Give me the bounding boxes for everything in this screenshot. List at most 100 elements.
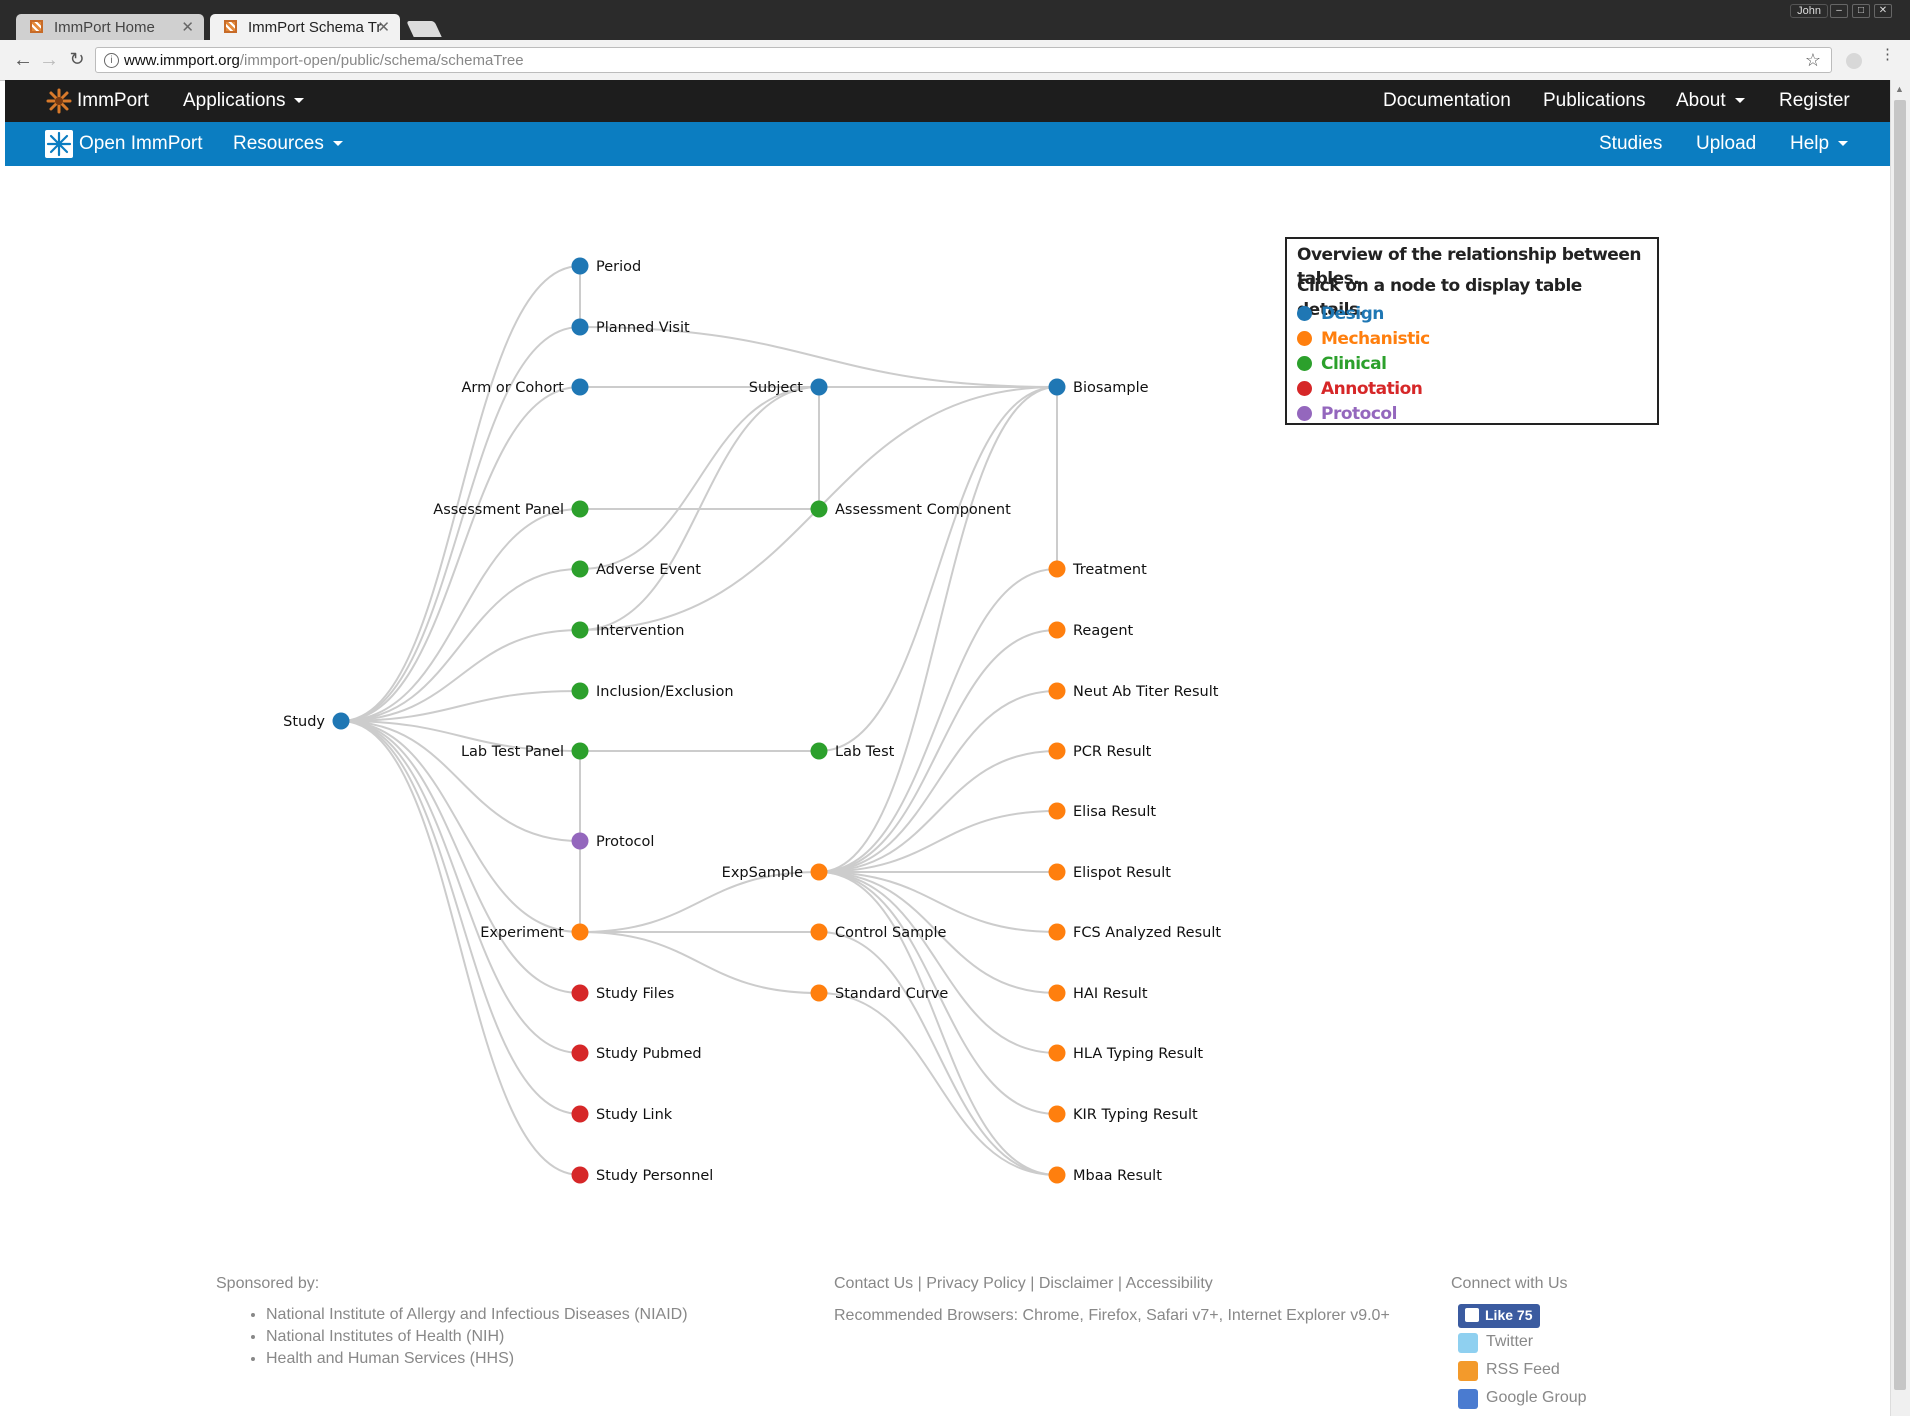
node-circle[interactable]: [1048, 1105, 1066, 1123]
browser-tab-schema-tree[interactable]: ImmPort Schema Tr ✕: [210, 14, 400, 40]
back-arrow-icon[interactable]: ←: [12, 49, 34, 72]
node-circle[interactable]: [1048, 1166, 1066, 1184]
node-study-personnel[interactable]: Study Personnel: [571, 1166, 714, 1185]
studies-link[interactable]: Studies: [1599, 133, 1662, 155]
window-user-badge[interactable]: John: [1790, 4, 1828, 18]
maximize-window-icon[interactable]: □: [1852, 4, 1870, 18]
node-circle[interactable]: [810, 863, 828, 881]
about-menu[interactable]: About: [1676, 90, 1745, 112]
contact-us-link[interactable]: Contact Us: [834, 1275, 913, 1292]
node-elisa[interactable]: Elisa Result: [1048, 802, 1157, 821]
minimize-window-icon[interactable]: –: [1830, 4, 1848, 18]
node-hai[interactable]: HAI Result: [1048, 984, 1148, 1003]
forward-arrow-icon[interactable]: →: [38, 49, 60, 72]
accessibility-link[interactable]: Accessibility: [1126, 1275, 1213, 1292]
extension-icon[interactable]: [1846, 53, 1862, 69]
reload-icon[interactable]: ↻: [66, 49, 88, 70]
browser-menu-icon[interactable]: ⋮: [1880, 47, 1895, 62]
node-experiment[interactable]: Experiment: [480, 923, 589, 942]
new-tab-button[interactable]: [406, 21, 442, 37]
node-subject[interactable]: Subject: [749, 378, 828, 397]
node-elispot[interactable]: Elispot Result: [1048, 863, 1172, 882]
node-circle[interactable]: [1048, 378, 1066, 396]
tab-close-icon[interactable]: ✕: [181, 18, 194, 36]
node-study[interactable]: Study: [283, 712, 350, 731]
bookmark-star-icon[interactable]: ☆: [1805, 50, 1821, 71]
node-circle[interactable]: [810, 742, 828, 760]
node-circle[interactable]: [1048, 923, 1066, 941]
node-assessment-component[interactable]: Assessment Component: [810, 500, 1012, 519]
node-circle[interactable]: [810, 378, 828, 396]
node-study-files[interactable]: Study Files: [571, 984, 675, 1003]
google-group-link[interactable]: Google Group: [1458, 1389, 1587, 1409]
node-circle[interactable]: [571, 318, 589, 336]
upload-link[interactable]: Upload: [1696, 133, 1756, 155]
scrollbar-thumb[interactable]: [1894, 100, 1906, 1390]
page-info-icon[interactable]: i: [104, 53, 119, 68]
twitter-link[interactable]: Twitter: [1458, 1333, 1533, 1353]
node-circle[interactable]: [1048, 560, 1066, 578]
node-circle[interactable]: [810, 923, 828, 941]
privacy-policy-link[interactable]: Privacy Policy: [926, 1275, 1026, 1292]
node-lab-test[interactable]: Lab Test: [810, 742, 895, 761]
node-circle[interactable]: [571, 500, 589, 518]
page-scrollbar[interactable]: ▲: [1890, 80, 1910, 1416]
open-immport-brand-link[interactable]: Open ImmPort: [79, 133, 203, 155]
sponsor-item[interactable]: Health and Human Services (HHS): [266, 1348, 688, 1370]
node-circle[interactable]: [571, 257, 589, 275]
node-neut[interactable]: Neut Ab Titer Result: [1048, 682, 1219, 701]
node-kir[interactable]: KIR Typing Result: [1048, 1105, 1199, 1124]
applications-menu[interactable]: Applications: [183, 90, 305, 112]
rss-feed-link[interactable]: RSS Feed: [1458, 1361, 1560, 1381]
node-fcs[interactable]: FCS Analyzed Result: [1048, 923, 1222, 942]
node-circle[interactable]: [810, 984, 828, 1002]
disclaimer-link[interactable]: Disclaimer: [1039, 1275, 1114, 1292]
close-window-icon[interactable]: ✕: [1874, 4, 1892, 18]
node-inclusion[interactable]: Inclusion/Exclusion: [571, 682, 734, 701]
node-circle[interactable]: [571, 1105, 589, 1123]
node-circle[interactable]: [1048, 682, 1066, 700]
node-circle[interactable]: [571, 923, 589, 941]
node-circle[interactable]: [571, 832, 589, 850]
node-circle[interactable]: [1048, 802, 1066, 820]
node-biosample[interactable]: Biosample: [1048, 378, 1149, 397]
scroll-up-icon[interactable]: ▲: [1895, 84, 1904, 94]
node-circle[interactable]: [571, 1044, 589, 1062]
node-circle[interactable]: [571, 742, 589, 760]
node-protocol[interactable]: Protocol: [571, 832, 655, 851]
node-study-link[interactable]: Study Link: [571, 1105, 673, 1124]
node-expsample[interactable]: ExpSample: [722, 863, 828, 882]
facebook-like-button[interactable]: Like 75: [1458, 1304, 1540, 1328]
node-intervention[interactable]: Intervention: [571, 621, 685, 640]
node-pcr[interactable]: PCR Result: [1048, 742, 1152, 761]
node-circle[interactable]: [571, 1166, 589, 1184]
resources-menu[interactable]: Resources: [233, 133, 343, 155]
sponsor-item[interactable]: National Institutes of Health (NIH): [266, 1326, 688, 1348]
node-circle[interactable]: [571, 378, 589, 396]
node-circle[interactable]: [810, 500, 828, 518]
tab-close-icon[interactable]: ✕: [377, 18, 390, 36]
node-hla[interactable]: HLA Typing Result: [1048, 1044, 1204, 1063]
node-treatment[interactable]: Treatment: [1048, 560, 1148, 579]
node-study-pubmed[interactable]: Study Pubmed: [571, 1044, 702, 1063]
node-period[interactable]: Period: [571, 257, 642, 276]
address-bar[interactable]: i www.immport.org/immport-open/public/sc…: [95, 47, 1832, 73]
sponsor-item[interactable]: National Institute of Allergy and Infect…: [266, 1304, 688, 1326]
node-circle[interactable]: [1048, 621, 1066, 639]
publications-link[interactable]: Publications: [1543, 90, 1645, 112]
register-link[interactable]: Register: [1779, 90, 1850, 112]
node-mbaa[interactable]: Mbaa Result: [1048, 1166, 1163, 1185]
node-circle[interactable]: [571, 984, 589, 1002]
immport-brand-link[interactable]: ImmPort: [77, 90, 149, 112]
node-circle[interactable]: [332, 712, 350, 730]
help-menu[interactable]: Help: [1790, 133, 1849, 155]
browser-tab-immport-home[interactable]: ImmPort Home ✕: [16, 14, 204, 40]
node-circle[interactable]: [571, 682, 589, 700]
node-circle[interactable]: [1048, 1044, 1066, 1062]
node-reagent[interactable]: Reagent: [1048, 621, 1134, 640]
node-circle[interactable]: [571, 621, 589, 639]
documentation-link[interactable]: Documentation: [1383, 90, 1511, 112]
node-circle[interactable]: [1048, 742, 1066, 760]
node-circle[interactable]: [571, 560, 589, 578]
node-circle[interactable]: [1048, 984, 1066, 1002]
